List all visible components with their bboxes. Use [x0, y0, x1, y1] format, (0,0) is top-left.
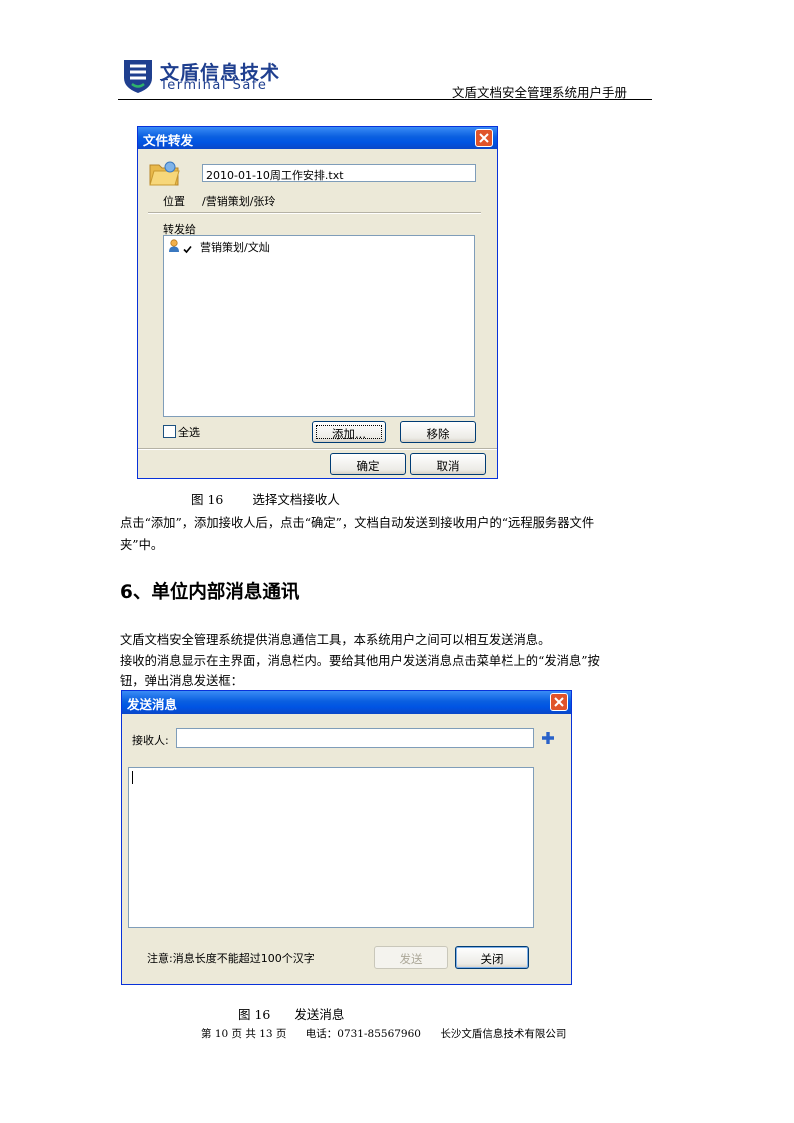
- recipient-input[interactable]: [176, 728, 534, 748]
- logo-shield-icon: [124, 60, 152, 93]
- checkbox-checked[interactable]: [182, 240, 193, 254]
- company-name: 长沙文盾信息技术有限公司: [440, 1028, 567, 1040]
- header-rule: [118, 99, 652, 100]
- location-label: 位置: [163, 195, 185, 208]
- paragraph-line: 点击“添加”，添加接收人后，点击“确定”，文档自动发送到接收用户的“远程服务器文…: [120, 516, 595, 530]
- paragraph-line: 夹”中。: [120, 538, 164, 552]
- logo-english-text: Terminal Safe: [160, 78, 268, 93]
- location-value: /营销策划/张玲: [202, 195, 276, 208]
- figure-caption: 图 16 发送消息: [238, 1004, 344, 1023]
- paragraph-line: 文盾文档安全管理系统提供消息通信工具，本系统用户之间可以相互发送消息。: [120, 633, 551, 647]
- page-info: 第 10 页 共 13 页: [201, 1028, 287, 1040]
- send-message-dialog: 发送消息 接收人: 注意:消息长度不能超过100个汉字 发送 关闭: [121, 690, 572, 985]
- figure-text: 选择文档接收人: [252, 492, 340, 507]
- close-icon[interactable]: [550, 693, 568, 711]
- remove-button[interactable]: 移除: [400, 421, 476, 443]
- paragraph-line: 接收的消息显示在主界面，消息栏内。要给其他用户发送消息点击菜单栏上的“发消息”按: [120, 654, 600, 668]
- close-button[interactable]: 关闭: [455, 946, 529, 969]
- section-heading: 6、单位内部消息通讯: [120, 582, 300, 603]
- select-all-checkbox[interactable]: [163, 425, 176, 438]
- dialog-title-bar: 发送消息: [122, 691, 571, 714]
- figure-text: 发送消息: [294, 1007, 345, 1022]
- figure-caption: 图 16 选择文档接收人: [191, 489, 340, 508]
- send-button[interactable]: 发送: [374, 946, 448, 969]
- divider: [148, 212, 481, 214]
- add-button[interactable]: 添加...: [312, 421, 386, 443]
- dialog-title: 文件转发: [143, 133, 194, 148]
- recipient-label: 接收人:: [132, 734, 169, 747]
- figure-number: 图 16: [238, 1007, 271, 1022]
- cancel-button[interactable]: 取消: [410, 453, 486, 475]
- user-icon: [169, 239, 179, 252]
- ok-button[interactable]: 确定: [330, 453, 406, 475]
- list-item[interactable]: 营销策划/文灿: [168, 239, 368, 254]
- paragraph-line: 钮，弹出消息发送框：: [120, 674, 243, 688]
- page-footer: 第 10 页 共 13 页 电话：0731-85567960 长沙文盾信息技术有…: [201, 1026, 566, 1041]
- phone: 电话：0731-85567960: [305, 1028, 421, 1040]
- close-icon[interactable]: [475, 129, 493, 147]
- dialog-title: 发送消息: [127, 697, 178, 712]
- recipient-name: 营销策划/文灿: [200, 241, 270, 254]
- add-recipient-icon[interactable]: [541, 731, 555, 745]
- file-name-field[interactable]: 2010-01-10周工作安排.txt: [202, 164, 476, 182]
- message-textarea[interactable]: [128, 767, 534, 928]
- dialog-title-bar: 文件转发: [138, 127, 497, 149]
- divider: [138, 448, 497, 450]
- select-all-label: 全选: [178, 426, 200, 439]
- file-name-value: 2010-01-10周工作安排.txt: [206, 169, 344, 182]
- text-cursor: [132, 771, 133, 784]
- recipient-list[interactable]: 营销策划/文灿: [163, 235, 475, 417]
- figure-number: 图 16: [191, 492, 224, 507]
- forward-file-dialog: 文件转发 2010-01-10周工作安排.txt 位置 /营销策划/张玲 转发给…: [137, 126, 498, 479]
- folder-icon: [149, 161, 180, 186]
- length-note: 注意:消息长度不能超过100个汉字: [147, 952, 315, 965]
